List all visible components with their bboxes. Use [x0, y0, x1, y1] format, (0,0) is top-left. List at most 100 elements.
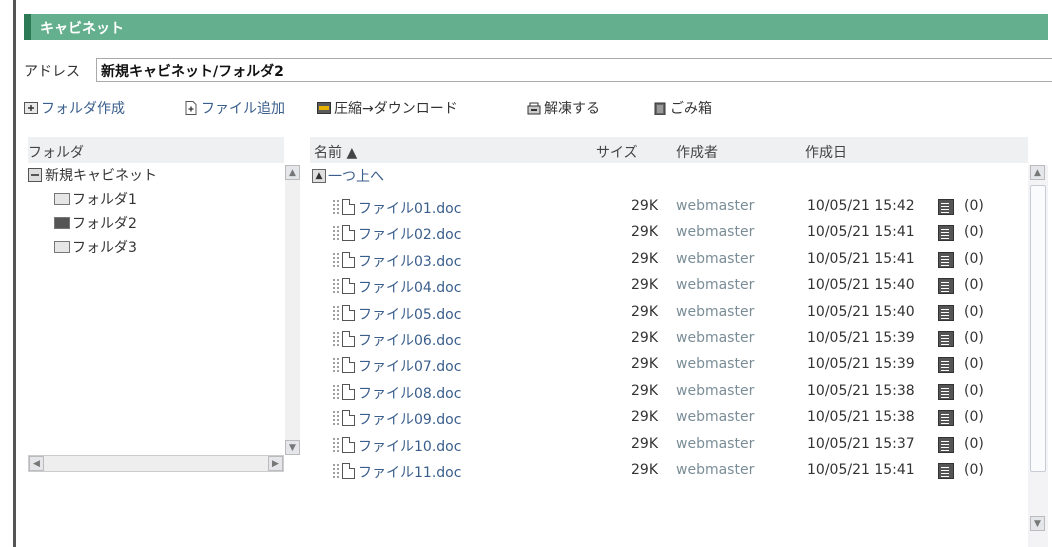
trash-icon — [654, 102, 666, 115]
file-owner-link[interactable]: webmaster — [676, 462, 754, 478]
file-size: 29K — [631, 356, 658, 372]
note-icon[interactable] — [938, 410, 954, 426]
column-header-name[interactable]: 名前 ▲ — [314, 142, 357, 162]
file-name-link[interactable]: ファイル01.doc — [358, 198, 461, 218]
trash-label: ごみ箱 — [670, 101, 712, 117]
drag-handle-icon[interactable] — [332, 252, 340, 268]
file-plus-icon — [185, 101, 197, 115]
table-row[interactable]: ファイル03.doc 29K webmaster 10/05/21 15:41 (0) — [0, 247, 1052, 273]
file-name-link[interactable]: ファイル10.doc — [358, 436, 461, 456]
note-icon[interactable] — [938, 357, 954, 373]
drag-handle-icon[interactable] — [332, 463, 340, 479]
note-icon[interactable] — [938, 252, 954, 268]
note-icon[interactable] — [938, 437, 954, 453]
file-name-link[interactable]: ファイル04.doc — [358, 277, 461, 297]
file-owner-link[interactable]: webmaster — [676, 356, 754, 372]
drag-handle-icon[interactable] — [332, 437, 340, 453]
file-owner-link[interactable]: webmaster — [676, 383, 754, 399]
file-name-link[interactable]: ファイル07.doc — [358, 356, 461, 376]
scroll-down-icon[interactable]: ▼ — [1030, 516, 1045, 531]
file-owner-link[interactable]: webmaster — [676, 251, 754, 267]
file-date: 10/05/21 15:39 — [807, 330, 915, 346]
comment-count: (0) — [964, 198, 984, 214]
drag-handle-icon[interactable] — [332, 331, 340, 347]
file-owner-link[interactable]: webmaster — [676, 409, 754, 425]
add-file-label: ファイル追加 — [201, 101, 285, 117]
file-name-link[interactable]: ファイル11.doc — [358, 462, 461, 482]
file-date: 10/05/21 15:37 — [807, 436, 915, 452]
document-icon — [342, 225, 355, 241]
file-owner-link[interactable]: webmaster — [676, 436, 754, 452]
table-row[interactable]: ファイル01.doc 29K webmaster 10/05/21 15:42 (0) — [0, 194, 1052, 220]
drag-handle-icon[interactable] — [332, 278, 340, 294]
file-name-link[interactable]: ファイル08.doc — [358, 383, 461, 403]
table-row[interactable]: ファイル08.doc 29K webmaster 10/05/21 15:38 (0) — [0, 379, 1052, 405]
column-header-size[interactable]: サイズ — [596, 142, 638, 162]
drag-handle-icon[interactable] — [332, 305, 340, 321]
file-owner-link[interactable]: webmaster — [676, 277, 754, 293]
file-date: 10/05/21 15:41 — [807, 224, 915, 240]
drag-handle-icon[interactable] — [332, 225, 340, 241]
column-header-created[interactable]: 作成日 — [805, 142, 847, 162]
table-row[interactable]: ファイル04.doc 29K webmaster 10/05/21 15:40 (0) — [0, 273, 1052, 299]
document-icon — [342, 331, 355, 347]
new-folder-label: フォルダ作成 — [41, 101, 125, 117]
document-icon — [342, 199, 355, 215]
file-date: 10/05/21 15:40 — [807, 304, 915, 320]
table-row[interactable]: ファイル11.doc 29K webmaster 10/05/21 15:41 (0) — [0, 458, 1052, 484]
note-icon[interactable] — [938, 384, 954, 400]
file-name-link[interactable]: ファイル05.doc — [358, 304, 461, 324]
note-icon[interactable] — [938, 225, 954, 241]
list-scroll-thumb[interactable] — [1030, 185, 1046, 472]
tree-root[interactable]: 新規キャビネット — [28, 165, 157, 185]
table-row[interactable]: ファイル10.doc 29K webmaster 10/05/21 15:37 (0) — [0, 432, 1052, 458]
table-row[interactable]: ファイル09.doc 29K webmaster 10/05/21 15:38 (0) — [0, 405, 1052, 431]
file-name-link[interactable]: ファイル09.doc — [358, 409, 461, 429]
file-owner-link[interactable]: webmaster — [676, 304, 754, 320]
file-name-link[interactable]: ファイル06.doc — [358, 330, 461, 350]
drag-handle-icon[interactable] — [332, 357, 340, 373]
scroll-up-icon[interactable]: ▲ — [1030, 165, 1045, 180]
unfreeze-button[interactable]: 解凍する — [527, 96, 600, 120]
scroll-up-icon[interactable]: ▲ — [285, 165, 300, 180]
note-icon[interactable] — [938, 463, 954, 479]
drag-handle-icon[interactable] — [332, 410, 340, 426]
file-owner-link[interactable]: webmaster — [676, 198, 754, 214]
note-icon[interactable] — [938, 331, 954, 347]
tree-header: フォルダ — [28, 137, 284, 163]
table-row[interactable]: ファイル06.doc 29K webmaster 10/05/21 15:39 (0) — [0, 326, 1052, 352]
new-folder-button[interactable]: フォルダ作成 — [24, 96, 125, 120]
collapse-icon[interactable] — [28, 168, 42, 182]
address-input[interactable]: 新規キャビネット/フォルダ2 — [96, 58, 1052, 82]
drag-handle-icon[interactable] — [332, 199, 340, 215]
note-icon[interactable] — [938, 278, 954, 294]
go-up-label: 一つ上へ — [328, 169, 384, 185]
compress-download-button[interactable]: 圧縮→ダウンロード — [317, 96, 458, 120]
file-size: 29K — [631, 409, 658, 425]
add-file-button[interactable]: ファイル追加 — [184, 96, 285, 120]
go-up-link[interactable]: ▲ 一つ上へ — [312, 166, 384, 186]
drag-handle-icon[interactable] — [332, 384, 340, 400]
document-icon — [342, 437, 355, 453]
note-icon[interactable] — [938, 199, 954, 215]
file-owner-link[interactable]: webmaster — [676, 224, 754, 240]
document-icon — [342, 252, 355, 268]
comment-count: (0) — [964, 330, 984, 346]
note-icon[interactable] — [938, 305, 954, 321]
file-size: 29K — [631, 198, 658, 214]
toolbar: フォルダ作成 ファイル追加 圧縮→ダウンロード 解凍する ごみ箱 — [24, 96, 1024, 120]
file-date: 10/05/21 15:39 — [807, 356, 915, 372]
file-size: 29K — [631, 330, 658, 346]
trash-button[interactable]: ごみ箱 — [653, 96, 712, 120]
document-icon — [342, 357, 355, 373]
file-name-link[interactable]: ファイル02.doc — [358, 224, 461, 244]
document-icon — [342, 384, 355, 400]
file-name-link[interactable]: ファイル03.doc — [358, 251, 461, 271]
file-owner-link[interactable]: webmaster — [676, 330, 754, 346]
file-size: 29K — [631, 304, 658, 320]
comment-count: (0) — [964, 224, 984, 240]
table-row[interactable]: ファイル07.doc 29K webmaster 10/05/21 15:39 (0) — [0, 352, 1052, 378]
column-header-creator[interactable]: 作成者 — [676, 142, 718, 162]
table-row[interactable]: ファイル05.doc 29K webmaster 10/05/21 15:40 (0) — [0, 300, 1052, 326]
table-row[interactable]: ファイル02.doc 29K webmaster 10/05/21 15:41 (0) — [0, 220, 1052, 246]
